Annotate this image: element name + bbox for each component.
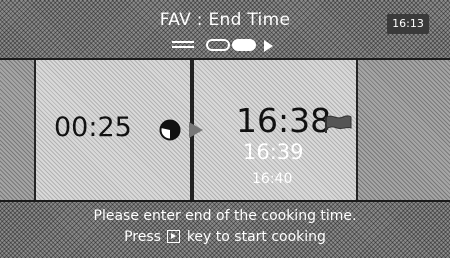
instruction-line-1: Please enter end of the cooking time. <box>93 208 357 224</box>
instruction-line-2: Press key to start cooking <box>0 229 450 245</box>
page-indicator <box>172 39 282 53</box>
flag-icon <box>325 115 352 133</box>
instruction-suffix: key to start cooking <box>186 229 326 245</box>
screen-title: FAV : End Time <box>159 10 291 30</box>
right-side-panel <box>358 60 450 200</box>
end-time-option-next[interactable]: 16:39 <box>243 140 304 164</box>
end-time-option-after[interactable]: 16:40 <box>252 171 292 187</box>
clock-display: 16:13 <box>387 14 429 34</box>
next-page-icon <box>264 40 273 52</box>
half-circle-icon <box>159 119 181 141</box>
instruction-prefix: Press <box>124 229 161 245</box>
left-side-panel <box>0 60 34 200</box>
page-dot-inactive <box>206 39 230 51</box>
cooking-duration: 00:25 <box>54 112 132 143</box>
menu-lines-icon <box>172 41 194 51</box>
divider-bottom <box>0 200 450 202</box>
page-dot-active <box>232 39 256 51</box>
arrow-right-icon <box>189 122 203 138</box>
start-key-icon <box>167 230 181 243</box>
end-time-selected[interactable]: 16:38 <box>236 101 331 140</box>
